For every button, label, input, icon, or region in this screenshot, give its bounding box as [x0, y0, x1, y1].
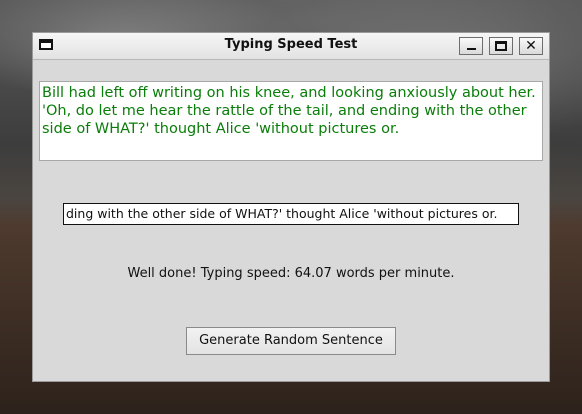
typing-input[interactable]: ding with the other side of WHAT?' thoug… [63, 203, 519, 225]
minimize-button[interactable] [459, 37, 483, 55]
result-label: Well done! Typing speed: 64.07 words per… [127, 266, 455, 281]
close-icon: ✕ [525, 38, 537, 54]
generate-sentence-button[interactable]: Generate Random Sentence [186, 327, 396, 355]
close-button[interactable]: ✕ [519, 37, 543, 55]
minimize-icon [467, 48, 476, 50]
title-bar[interactable]: Typing Speed Test ✕ [33, 33, 549, 60]
app-window: Typing Speed Test ✕ Bill had left off wr… [32, 32, 550, 382]
maximize-button[interactable] [489, 37, 513, 55]
desktop-background: Typing Speed Test ✕ Bill had left off wr… [0, 0, 582, 414]
maximize-icon [495, 41, 507, 51]
target-sentence: Bill had left off writing on his knee, a… [39, 81, 543, 161]
